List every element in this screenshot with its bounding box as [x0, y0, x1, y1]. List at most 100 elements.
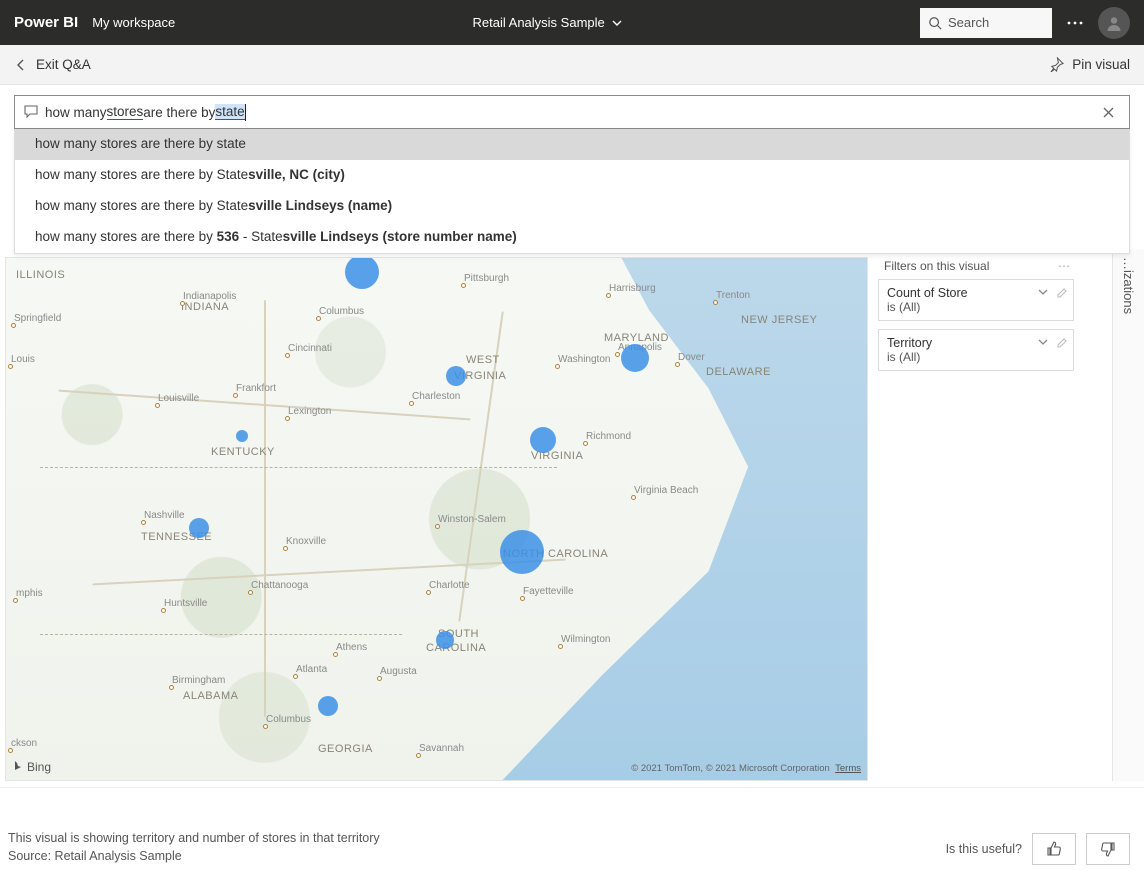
qna-area: how many stores are there by state how m… [0, 85, 1144, 129]
chevron-down-icon[interactable] [1037, 286, 1049, 298]
map-city-label: Savannah [419, 743, 464, 754]
city-dot [316, 316, 321, 321]
data-bubble[interactable] [446, 366, 466, 386]
clear-input-button[interactable] [1102, 106, 1121, 119]
chevron-down-icon[interactable] [1037, 336, 1049, 348]
map-city-label: Pittsburgh [464, 273, 509, 284]
city-dot [606, 293, 611, 298]
city-dot [409, 401, 414, 406]
data-bubble[interactable] [236, 430, 248, 442]
map-city-label: Charleston [412, 391, 460, 402]
qna-prefix: how many [45, 105, 107, 120]
road [58, 390, 470, 421]
search-icon [928, 16, 942, 30]
useful-label: Is this useful? [946, 842, 1022, 856]
filter-card[interactable]: Territory is (All) [878, 329, 1074, 371]
map-state-label: TENNESSEE [141, 531, 212, 543]
chevron-down-icon [611, 17, 623, 29]
map-city-label: Chattanooga [251, 580, 308, 591]
qna-input[interactable]: how many stores are there by state [14, 95, 1130, 129]
qna-suggestion[interactable]: how many stores are there by Statesville… [15, 191, 1129, 222]
map-city-label: Harrisburg [609, 283, 656, 294]
pin-icon [1049, 57, 1064, 72]
workspace-label[interactable]: My workspace [92, 15, 175, 30]
pin-visual-label: Pin visual [1072, 57, 1130, 72]
state-border [40, 634, 402, 635]
report-title-button[interactable]: Retail Analysis Sample [473, 15, 623, 30]
eraser-icon[interactable] [1055, 336, 1067, 348]
data-bubble[interactable] [318, 696, 338, 716]
state-border [40, 467, 557, 468]
map-copyright: © 2021 TomTom, © 2021 Microsoft Corporat… [631, 763, 861, 774]
map-city-label: Dover [678, 352, 705, 363]
thumbs-up-button[interactable] [1032, 833, 1076, 865]
qna-suggestion[interactable]: how many stores are there by Statesville… [15, 160, 1129, 191]
map-state-label: SOUTH [438, 628, 479, 640]
qna-sub-header: Exit Q&A Pin visual [0, 45, 1144, 85]
map-city-label: Springfield [14, 313, 61, 324]
city-dot [416, 753, 421, 758]
qna-suggestion[interactable]: how many stores are there by 536 - State… [15, 222, 1129, 253]
ocean-shape [471, 258, 867, 780]
map-terms-link[interactable]: Terms [835, 763, 861, 774]
filter-value: is (All) [887, 300, 1065, 314]
city-dot [285, 353, 290, 358]
content-area: Bing © 2021 TomTom, © 2021 Microsoft Cor… [0, 249, 1144, 781]
map-state-label: NEW JERSEY [741, 314, 818, 326]
city-dot [558, 644, 563, 649]
map-state-label: WEST [466, 354, 500, 366]
city-dot [713, 300, 718, 305]
city-dot [377, 676, 382, 681]
eraser-icon[interactable] [1055, 286, 1067, 298]
map-state-label: GEORGIA [318, 743, 373, 755]
data-bubble[interactable] [436, 631, 454, 649]
comment-icon [23, 104, 39, 120]
exit-qna-button[interactable]: Exit Q&A [14, 57, 91, 72]
filters-heading: Filters on this visual ⋯ [878, 257, 1074, 279]
data-bubble[interactable] [500, 530, 544, 574]
city-dot [285, 416, 290, 421]
map-state-label: VIRGINIA [531, 450, 583, 462]
exit-qna-label: Exit Q&A [36, 57, 91, 72]
city-dot [161, 608, 166, 613]
city-dot [8, 364, 13, 369]
city-dot [233, 393, 238, 398]
map-state-label: KENTUCKY [211, 446, 275, 458]
map-state-label: NORTH CAROLINA [503, 548, 608, 560]
global-search-input[interactable]: Search [920, 8, 1052, 38]
city-dot [675, 362, 680, 367]
pin-visual-button[interactable]: Pin visual [1049, 57, 1130, 72]
thumbs-up-icon [1045, 840, 1063, 858]
text-caret [245, 104, 246, 121]
city-dot [631, 495, 636, 500]
map-city-label: Frankfort [236, 383, 276, 394]
more-icon[interactable] [1066, 14, 1084, 32]
map-city-label: Louis [11, 354, 35, 365]
data-bubble[interactable] [530, 427, 556, 453]
qna-keyword-stores: stores [107, 104, 144, 120]
city-dot [155, 403, 160, 408]
data-bubble[interactable] [621, 344, 649, 372]
visualizations-pane-collapsed[interactable]: …izations [1112, 249, 1144, 781]
city-dot [141, 520, 146, 525]
map-city-label: Richmond [586, 431, 631, 442]
map-city-label: Winston-Salem [438, 514, 506, 525]
city-dot [426, 590, 431, 595]
qna-footer: This visual is showing territory and num… [0, 787, 1144, 875]
map-city-label: Washington [558, 354, 610, 365]
data-bubble[interactable] [345, 257, 379, 289]
map-state-label: VIRGINIA [454, 370, 506, 382]
map-city-label: Indianapolis [183, 291, 236, 302]
qna-suggestion[interactable]: how many stores are there by state [15, 129, 1129, 160]
map-city-label: Columbus [266, 714, 311, 725]
filter-card[interactable]: Count of Store is (All) [878, 279, 1074, 321]
map-visual[interactable]: Bing © 2021 TomTom, © 2021 Microsoft Cor… [5, 257, 868, 781]
data-bubble[interactable] [189, 518, 209, 538]
thumbs-down-button[interactable] [1086, 833, 1130, 865]
map-city-label: Athens [336, 642, 367, 653]
city-dot [283, 546, 288, 551]
app-header: Power BI My workspace Retail Analysis Sa… [0, 0, 1144, 45]
user-avatar[interactable] [1098, 7, 1130, 39]
map-city-label: Cincinnati [288, 343, 332, 354]
road [92, 559, 565, 586]
